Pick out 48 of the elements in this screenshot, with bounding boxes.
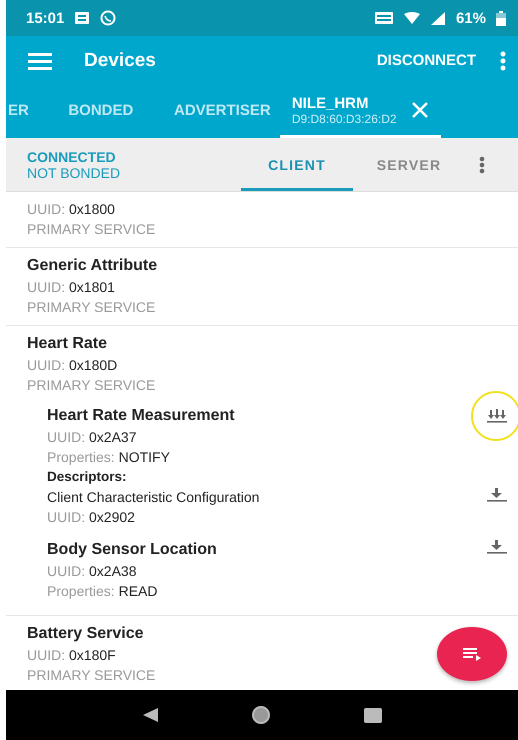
bond-state: NOT BONDED: [27, 164, 122, 180]
back-icon[interactable]: [142, 707, 159, 723]
device-tab[interactable]: ER: [6, 85, 37, 138]
service-type: PRIMARY SERVICE: [27, 666, 156, 685]
more-options-icon[interactable]: [479, 156, 485, 174]
properties-text: Properties: NOTIFY: [47, 448, 170, 467]
list-play-icon: [463, 648, 481, 660]
more-options-icon[interactable]: [500, 50, 506, 70]
characteristic-name: Body Sensor Location: [47, 540, 218, 560]
download-icon[interactable]: [486, 487, 508, 502]
service-type: PRIMARY SERVICE: [27, 298, 156, 317]
descriptor-name: Client Characteristic Configuration: [47, 488, 260, 507]
uuid-text: UUID: 0x2902: [47, 508, 135, 527]
device-tab[interactable]: ADVERTISER: [164, 85, 280, 138]
uuid-text: UUID: 0x1801: [27, 278, 115, 297]
app-title: Devices: [84, 50, 157, 72]
descriptors-label: Descriptors:: [47, 468, 128, 486]
notification-icon: [74, 10, 90, 26]
uuid-text: UUID: 0x2A38: [47, 562, 136, 581]
battery-icon: [496, 10, 506, 26]
connection-state: CONNECTED: [27, 148, 117, 164]
status-time: 15:01: [26, 10, 64, 26]
home-icon[interactable]: [250, 706, 272, 724]
uuid-text: UUID: 0x180F: [27, 646, 116, 665]
service-type: PRIMARY SERVICE: [27, 220, 156, 239]
uuid-text: UUID: 0x1800: [27, 200, 115, 219]
uuid-text: UUID: 0x2A37: [47, 428, 136, 447]
device-tab[interactable]: BONDED: [36, 85, 165, 138]
keyboard-icon: [374, 10, 394, 26]
wifi-icon: [404, 11, 420, 25]
notify-icon[interactable]: [486, 409, 508, 423]
battery-percent: 61%: [456, 10, 486, 26]
signal-icon: [430, 10, 446, 26]
download-icon[interactable]: [486, 539, 508, 554]
log-button[interactable]: [437, 627, 507, 681]
service-name: Generic Attribute: [27, 256, 158, 276]
service-type: PRIMARY SERVICE: [27, 376, 156, 395]
service-name: Battery Service: [27, 624, 145, 644]
view-tab[interactable]: SERVER: [353, 138, 465, 191]
service-name: Heart Rate: [27, 334, 108, 354]
characteristic-name: Heart Rate Measurement: [47, 406, 236, 426]
menu-icon[interactable]: [28, 50, 52, 70]
properties-text: Properties: READ: [47, 582, 158, 601]
uuid-text: UUID: 0x180D: [27, 356, 118, 375]
close-icon[interactable]: [410, 101, 429, 119]
disconnect-button[interactable]: DISCONNECT: [372, 46, 480, 75]
chat-icon: [100, 10, 116, 26]
recents-icon[interactable]: [364, 708, 382, 722]
